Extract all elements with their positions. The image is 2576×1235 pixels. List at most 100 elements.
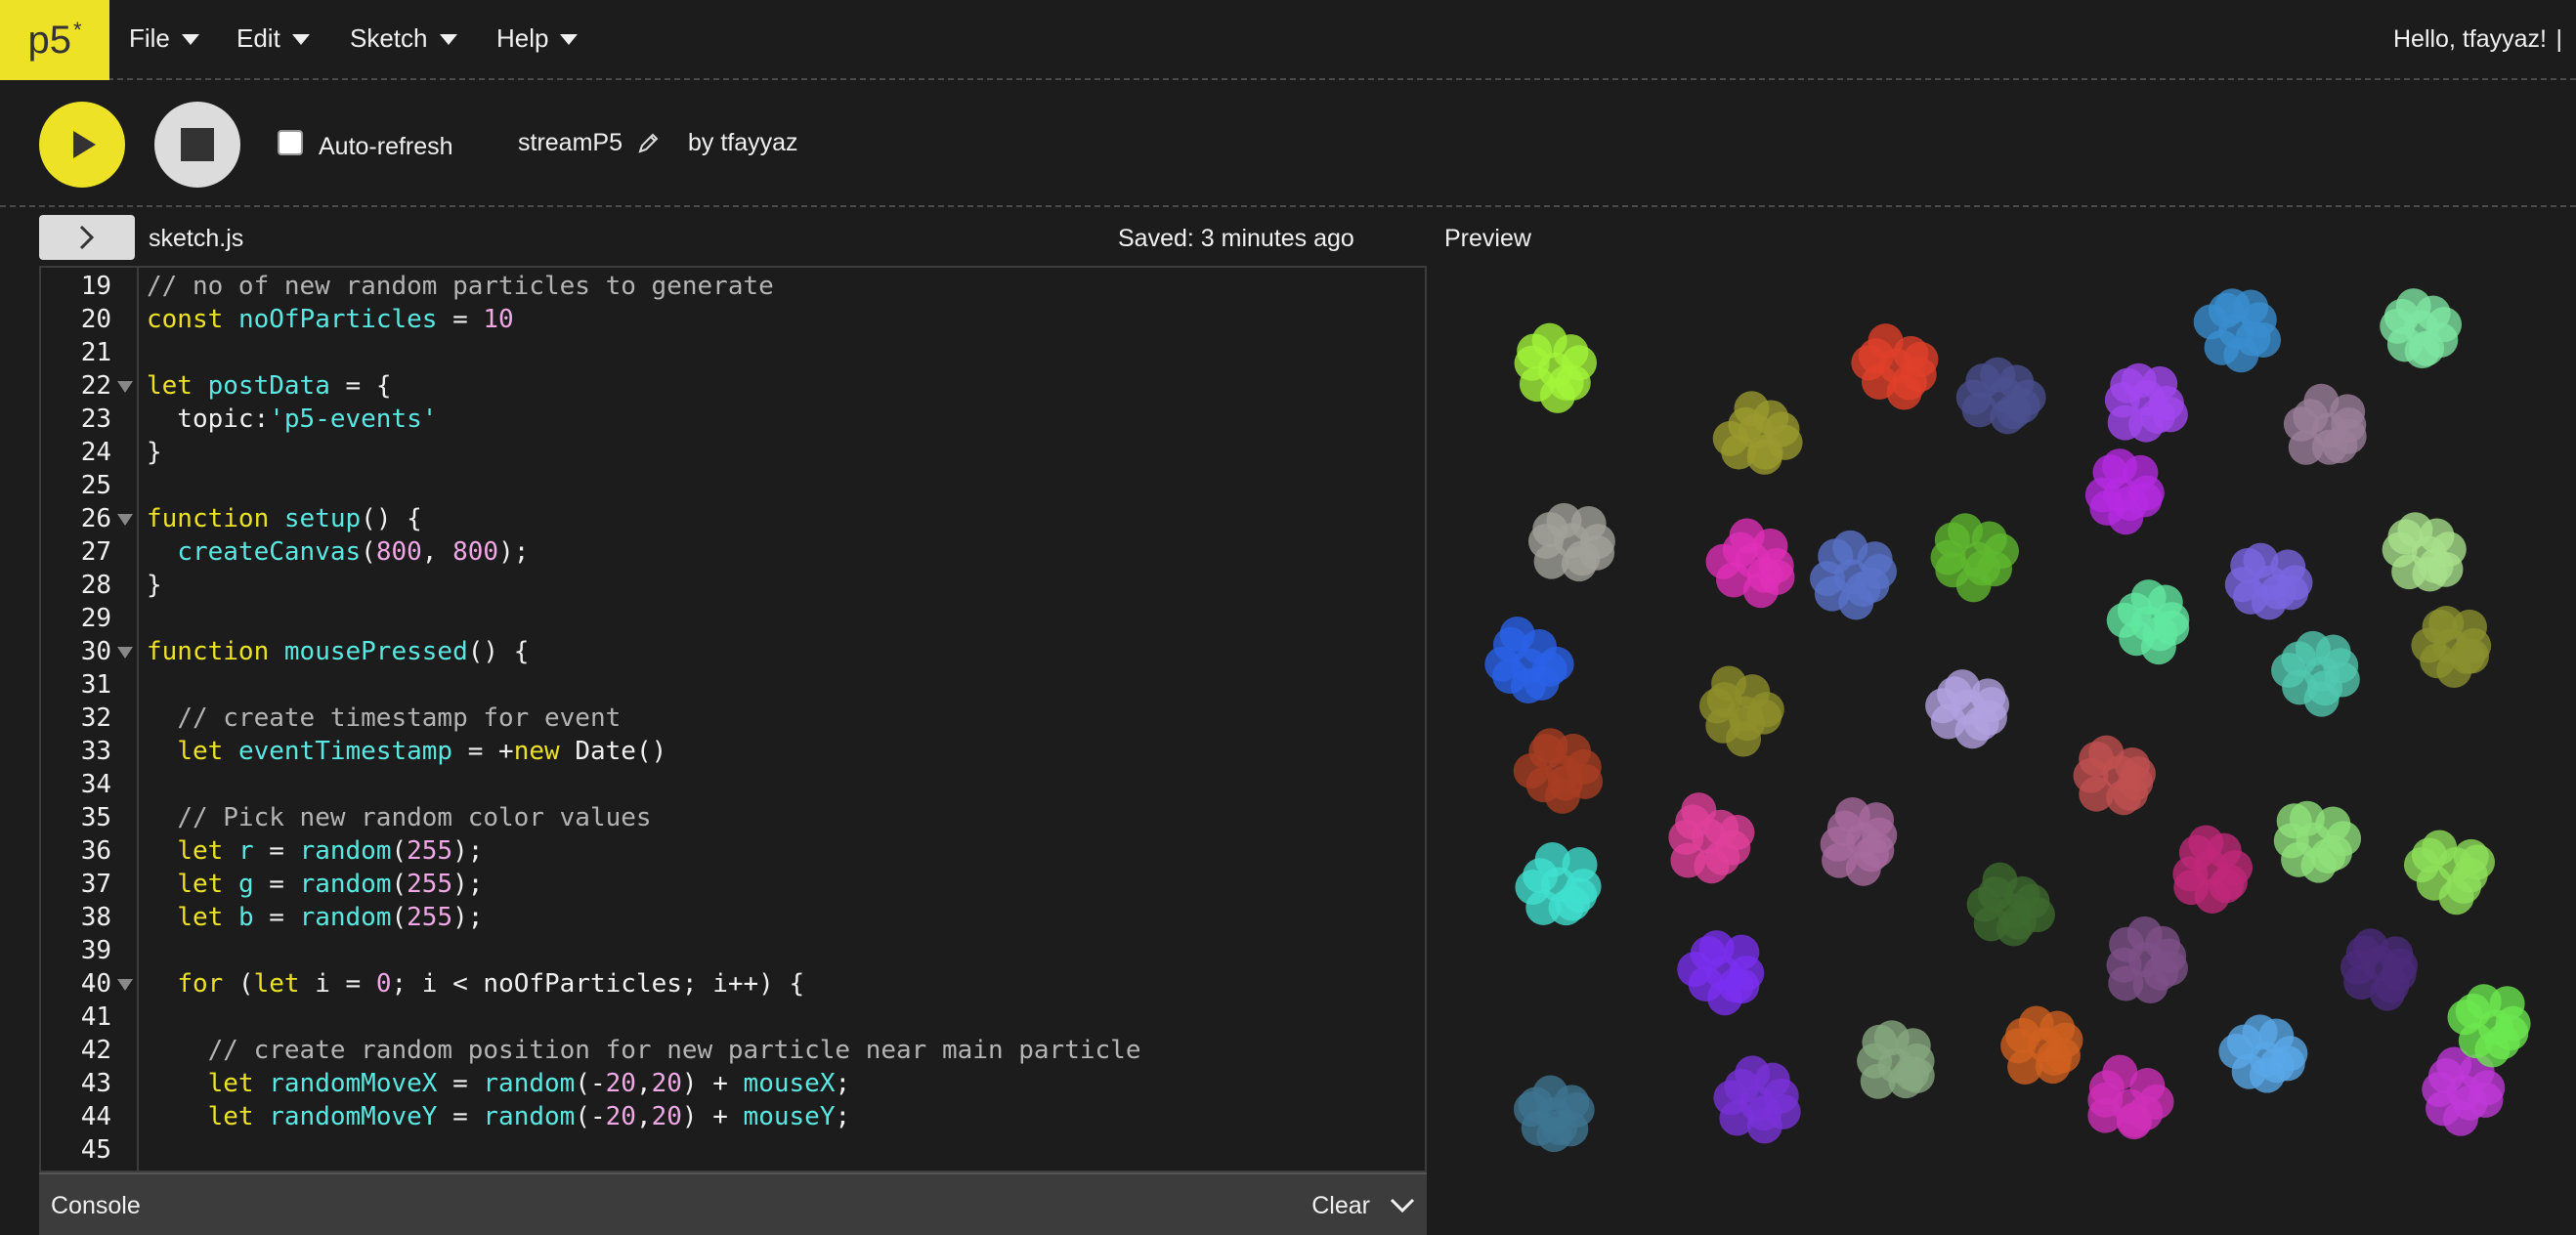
particle (1484, 646, 1521, 682)
particle (1698, 930, 1735, 966)
code-line[interactable]: let postData = { (147, 371, 391, 401)
line-number: 35 (80, 803, 111, 832)
fold-arrow-icon[interactable] (117, 381, 133, 393)
code-line[interactable]: const noOfParticles = 10 (147, 305, 514, 334)
chevron-down-icon[interactable] (1388, 1190, 1417, 1219)
code-line[interactable]: let r = random(255); (147, 836, 483, 866)
pencil-icon[interactable] (637, 131, 661, 154)
line-number: 38 (80, 903, 111, 932)
particle (2142, 616, 2178, 652)
code-line[interactable]: } (147, 438, 162, 467)
menu-sketch[interactable]: Sketch (350, 23, 457, 54)
line-number-gutter: 19 20 21 22 23 24 25 26 27 28 29 30 31 32 33 34 35 36 37 38… (41, 268, 139, 1171)
fold-arrow-icon[interactable] (117, 647, 133, 659)
particle (2446, 869, 2482, 905)
sketch-owner[interactable]: by tfayyaz (688, 129, 798, 157)
particle (1565, 540, 1601, 576)
particle (2143, 955, 2179, 991)
top-nav: p5 * File Edit Sketch Help Hello, tfayyaz… (0, 0, 2576, 80)
line-number: 22 (80, 371, 111, 401)
code-line[interactable]: let b = random(255); (147, 903, 483, 932)
code-line[interactable]: // no of new random particles to generat… (147, 272, 774, 301)
particle (1945, 669, 1981, 705)
particle (1532, 728, 1568, 764)
particle (2235, 320, 2271, 357)
particle-canvas[interactable] (1444, 266, 2576, 1235)
particle (2466, 984, 2502, 1020)
code-line[interactable]: createCanvas(800, 800); (147, 537, 529, 567)
line-number: 31 (80, 670, 111, 700)
saved-status: Saved: 3 minutes ago (1118, 225, 1354, 252)
line-number: 26 (80, 504, 111, 533)
particle (2310, 838, 2346, 874)
particle (2295, 630, 2331, 666)
particle (2449, 638, 2485, 674)
code-line[interactable]: let g = random(255); (147, 870, 483, 899)
particle (1532, 1075, 1568, 1111)
sketch-name[interactable]: streamP5 (518, 129, 623, 157)
particle (1546, 502, 1582, 538)
particle (2000, 904, 2037, 940)
code-line[interactable]: function setup() { (147, 504, 422, 533)
code-line[interactable]: topic:'p5-events' (147, 405, 437, 434)
line-number: 25 (80, 471, 111, 500)
code-editor[interactable]: 19 20 21 22 23 24 25 26 27 28 29 30 31 32 33 34 35 36 37 38… (39, 266, 1427, 1172)
particle (1711, 665, 1747, 702)
play-button[interactable] (39, 102, 125, 188)
line-number: 20 (80, 305, 111, 334)
preview-label: Preview (1444, 225, 1531, 252)
line-number: 19 (80, 272, 111, 301)
code-line[interactable]: for (let i = 0; i < noOfParticles; i++) … (147, 969, 804, 999)
particle (1541, 1110, 1577, 1146)
particle (1980, 357, 2016, 393)
stop-icon (181, 128, 214, 161)
particle (2126, 916, 2163, 952)
line-number: 28 (80, 571, 111, 600)
particle (1524, 664, 1560, 701)
code-line[interactable]: } (147, 571, 162, 600)
stop-button[interactable] (154, 102, 240, 188)
particle (1873, 1020, 1910, 1056)
menu-edit[interactable]: Edit (236, 23, 310, 54)
p5-logo[interactable]: p5 * (0, 0, 109, 80)
code-line[interactable]: function mousePressed() { (147, 637, 529, 666)
particle (2209, 868, 2245, 904)
particle (2130, 579, 2167, 616)
line-number: 40 (80, 969, 111, 999)
particle (2258, 1047, 2295, 1084)
line-number: 21 (80, 338, 111, 367)
user-greeting[interactable]: Hello, tfayyaz! (2393, 25, 2547, 54)
file-name: sketch.js (149, 225, 244, 252)
particle (2374, 967, 2410, 1003)
line-number: 44 (80, 1102, 111, 1131)
fold-arrow-icon[interactable] (117, 979, 133, 991)
code-line[interactable]: let randomMoveY = random(-20,20) + mouse… (147, 1102, 851, 1131)
fold-arrow-icon[interactable] (117, 514, 133, 526)
menu-help[interactable]: Help (496, 23, 579, 54)
line-number: 32 (80, 703, 111, 733)
particle (2018, 1005, 2054, 1042)
sidebar-toggle-button[interactable] (39, 215, 135, 260)
line-number: 27 (80, 537, 111, 567)
particle (1982, 862, 2018, 898)
code-line[interactable]: let eventTimestamp = +new Date() (147, 737, 666, 766)
line-number: 30 (80, 637, 111, 666)
particle (1868, 323, 1904, 360)
code-line[interactable]: // create random position for new partic… (147, 1036, 1141, 1065)
particle (2260, 574, 2297, 610)
menu-file[interactable]: File (129, 23, 199, 54)
chevron-right-icon (79, 225, 95, 250)
line-number: 29 (80, 604, 111, 633)
auto-refresh-checkbox[interactable] (278, 130, 303, 155)
chevron-down-icon (560, 34, 579, 45)
particle (1730, 705, 1766, 742)
particle (1704, 839, 1740, 875)
code-line[interactable]: // create timestamp for event (147, 703, 621, 733)
console-clear-button[interactable]: Clear (1311, 1192, 1370, 1220)
particle (1746, 1095, 1782, 1131)
line-number: 24 (80, 438, 111, 467)
sketch-preview-canvas[interactable] (1444, 266, 2576, 1235)
code-line[interactable]: let randomMoveX = random(-20,20) + mouse… (147, 1069, 851, 1098)
code-line[interactable]: // Pick new random color values (147, 803, 651, 832)
particle (2112, 486, 2148, 522)
